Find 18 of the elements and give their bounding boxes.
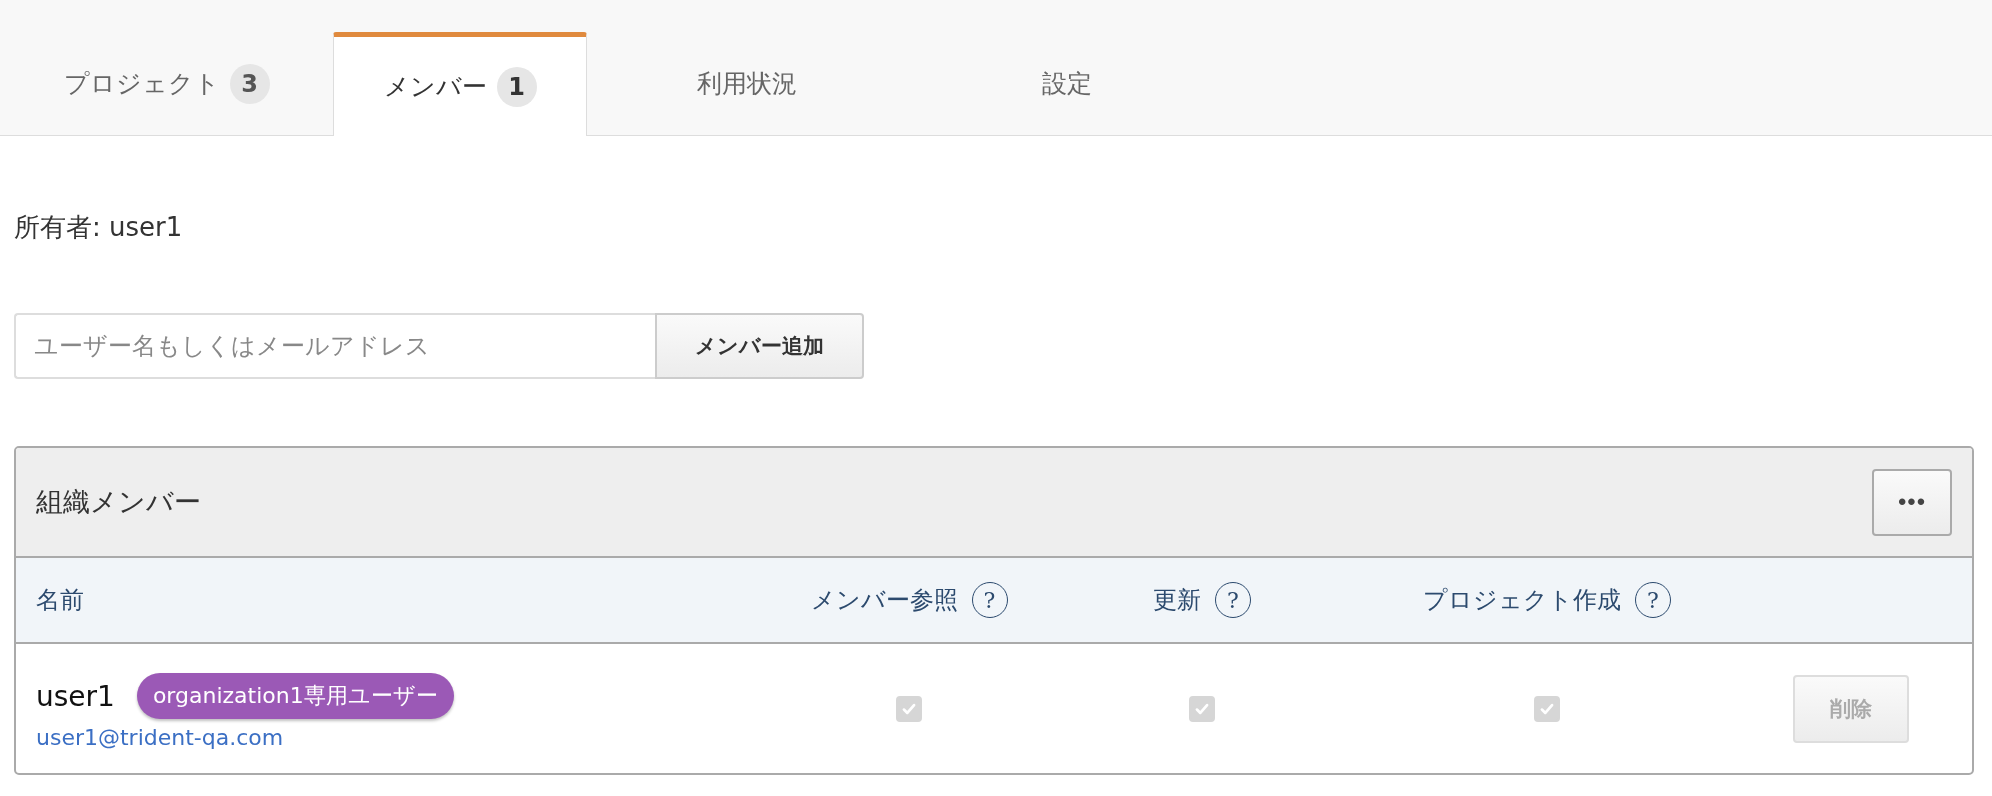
email-link[interactable]: user1@trident-qa.com — [36, 725, 778, 750]
count-badge: 1 — [496, 66, 537, 107]
add-member-button[interactable]: メンバー追加 — [655, 313, 864, 379]
tab[interactable]: 設定 — [907, 32, 1227, 135]
column-header: 更新 — [1153, 585, 1201, 616]
tab[interactable]: 利用状況 — [587, 32, 907, 135]
count-badge: 3 — [229, 63, 270, 104]
user-name: user1 — [36, 679, 115, 713]
column-header: プロジェクト作成 — [1423, 585, 1621, 616]
input-field[interactable]: ユーザー名もしくはメールアドレス — [14, 313, 655, 379]
column-header: メンバー参照 — [810, 585, 958, 616]
owner-label: 所有者: user1 — [14, 211, 184, 244]
tab[interactable]: プロジェクト 3 — [0, 32, 333, 135]
user-tag: organization1専用ユーザー — [136, 673, 454, 719]
more-button[interactable]: ••• — [1872, 468, 1952, 536]
column-header: 名前 — [36, 585, 84, 616]
tab[interactable]: メンバー 1 — [333, 32, 587, 136]
panel-title: 組織メンバー — [36, 485, 201, 519]
